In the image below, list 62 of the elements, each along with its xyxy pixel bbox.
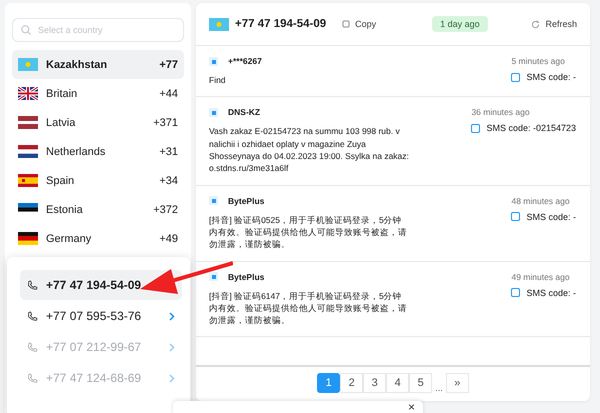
message-icon — [209, 196, 218, 206]
message-time: 49 minutes ago — [511, 272, 571, 282]
message-icon — [209, 56, 218, 66]
phone-icon — [27, 310, 38, 322]
page-button[interactable]: » — [446, 373, 469, 393]
flag-icon — [18, 58, 38, 71]
country-item[interactable]: Netherlands +31 — [12, 137, 184, 166]
flag-icon — [18, 87, 38, 100]
number-item[interactable]: +77 47 194-54-09 — [20, 270, 182, 300]
page-button[interactable]: 3 — [363, 373, 386, 393]
flag-icon — [18, 174, 38, 187]
sender-name: BytePlus — [228, 196, 264, 206]
flag-icon — [18, 116, 38, 129]
time-badge: 1 day ago — [432, 16, 488, 32]
page-button[interactable]: 2 — [340, 373, 364, 393]
phone-icon — [27, 372, 38, 384]
flag-icon — [209, 18, 229, 30]
copy-button[interactable]: Copy — [342, 19, 376, 29]
sms-code: SMS code: -02154723 — [486, 123, 576, 134]
search-field[interactable]: Select a country — [12, 18, 184, 42]
flag-icon — [18, 232, 38, 245]
page-button[interactable]: 4 — [386, 373, 410, 393]
sms-code: SMS code: - — [526, 212, 576, 222]
copy-icon — [342, 20, 350, 28]
sender-name: +***6267 — [228, 56, 262, 66]
message-time: 36 minutes ago — [471, 107, 531, 118]
copy-icon[interactable] — [511, 212, 520, 222]
phone-icon — [27, 280, 38, 290]
search-icon — [21, 25, 31, 35]
country-item[interactable]: Britain +44 — [12, 79, 184, 108]
refresh-button[interactable]: Refresh — [531, 19, 577, 29]
copy-icon[interactable] — [511, 72, 520, 82]
chevron-icon — [169, 312, 175, 320]
message-text: Vash zakaz E-02154723 na summu 103 998 rub. v nalichii i ozhidaet oplaty v magazine Zuya Shosseynaya do 04.02.2023 19:00. Ssylka na zakaz: o.stdns.ru/3me31a6lf — [209, 125, 409, 175]
message-icon — [209, 272, 218, 281]
message-text: [抖音] 验证码6147，用于手机验证码登录，5分钟内有效。验证码提供给他人可能导致账号被盗，请勿泄露，谨防被骗。 — [209, 290, 408, 326]
country-item[interactable]: Spain +34 — [12, 166, 184, 195]
country-item[interactable]: Germany +49 — [12, 224, 184, 253]
message-time: 48 minutes ago — [511, 196, 571, 206]
message-time: 5 minutes ago — [511, 56, 566, 66]
flag-icon — [18, 145, 38, 158]
country-item[interactable]: Kazakhstan +77 — [12, 50, 184, 79]
page-ellipsis: ... — [434, 383, 444, 393]
message-icon — [209, 108, 218, 117]
phone-icon — [27, 342, 38, 352]
country-item[interactable]: Estonia +372 — [12, 195, 184, 224]
copy-icon[interactable] — [471, 124, 480, 133]
copy-icon[interactable] — [511, 288, 520, 297]
close-button[interactable]: × — [408, 401, 415, 413]
sender-name: DNS-KZ — [228, 107, 260, 118]
sender-name: BytePlus — [228, 272, 264, 282]
chevron-icon — [169, 374, 175, 382]
refresh-icon — [531, 20, 540, 28]
chevron-icon — [169, 342, 175, 352]
sms-code: SMS code: - — [526, 72, 576, 82]
phone-number: +77 47 194-54-09 — [235, 18, 326, 30]
country-item[interactable]: Latvia +371 — [12, 108, 184, 137]
sms-code: SMS code: - — [526, 288, 576, 298]
page-button[interactable]: 5 — [409, 373, 432, 393]
message-text: [抖音] 验证码0525，用于手机验证码登录，5分钟内有效。验证码提供给他人可能导致账号被盗，请勿泄露，谨防被骗。 — [209, 214, 408, 250]
number-item[interactable]: +77 07 595-53-76 — [20, 301, 182, 331]
message-text: Find — [209, 74, 227, 86]
